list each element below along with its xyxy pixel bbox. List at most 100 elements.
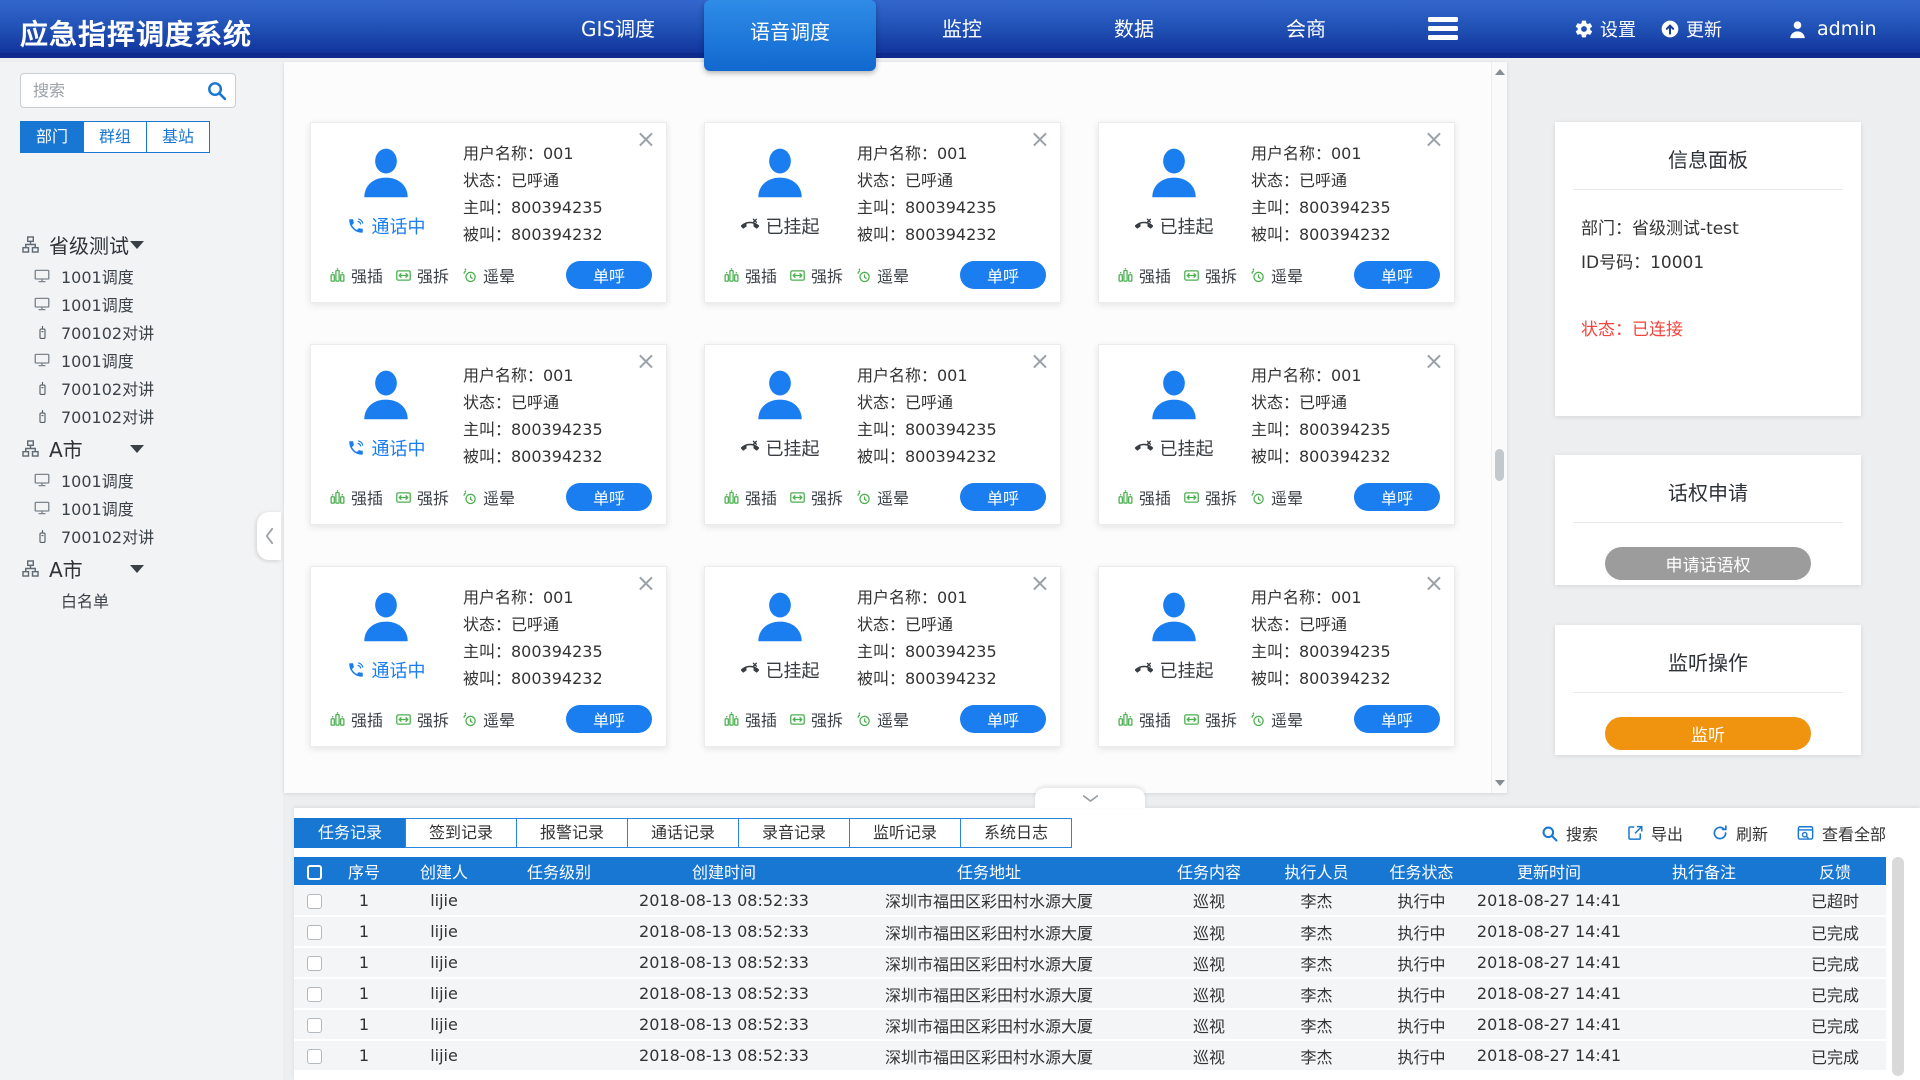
force-insert-button[interactable]: 强插	[723, 485, 777, 509]
tree-item[interactable]: 1001调度	[0, 262, 283, 290]
nav-item[interactable]: 语音调度	[704, 0, 876, 71]
remote-stun-button[interactable]: 遥晕	[855, 707, 909, 731]
force-break-button[interactable]: 强拆	[395, 707, 449, 731]
record-tab[interactable]: 监听记录	[849, 818, 961, 848]
record-tab[interactable]: 任务记录	[294, 818, 406, 848]
sidebar-tab[interactable]: 基站	[146, 121, 210, 153]
scroll-thumb[interactable]	[1495, 449, 1504, 481]
force-insert-button[interactable]: 强插	[723, 263, 777, 287]
close-icon[interactable]: ×	[1030, 347, 1050, 376]
sidebar-tab[interactable]: 部门	[20, 121, 84, 153]
single-call-button[interactable]: 单呼	[566, 483, 652, 511]
tree-item[interactable]: 700102对讲	[0, 318, 283, 346]
close-icon[interactable]: ×	[1424, 347, 1444, 376]
feedback-cell[interactable]: 已完成	[1784, 978, 1886, 1009]
remote-stun-button[interactable]: 遥晕	[1249, 263, 1303, 287]
update-button[interactable]: 更新	[1660, 16, 1722, 42]
force-break-button[interactable]: 强拆	[1183, 707, 1237, 731]
tree-item[interactable]: 1001调度	[0, 346, 283, 374]
feedback-cell[interactable]: 已完成	[1784, 947, 1886, 978]
force-break-button[interactable]: 强拆	[1183, 263, 1237, 287]
search-button[interactable]: 搜索	[1540, 821, 1598, 845]
remote-stun-button[interactable]: 遥晕	[461, 263, 515, 287]
caret-down-icon[interactable]	[130, 445, 144, 453]
tree-item[interactable]: 700102对讲	[0, 522, 283, 550]
remote-stun-button[interactable]: 遥晕	[855, 485, 909, 509]
close-icon[interactable]: ×	[1424, 569, 1444, 598]
table-scrollbar[interactable]	[1892, 857, 1904, 1076]
nav-item[interactable]: 监控	[876, 0, 1048, 58]
nav-item[interactable]: 数据	[1048, 0, 1220, 58]
close-icon[interactable]: ×	[636, 125, 656, 154]
force-break-button[interactable]: 强拆	[789, 485, 843, 509]
scroll-up-button[interactable]	[1492, 64, 1507, 80]
tree-item[interactable]: 1001调度	[0, 494, 283, 522]
monitor-button[interactable]: 监听	[1605, 717, 1811, 750]
feedback-cell[interactable]: 已完成	[1784, 1040, 1886, 1071]
force-break-button[interactable]: 强拆	[395, 485, 449, 509]
force-insert-button[interactable]: 强插	[329, 263, 383, 287]
force-break-button[interactable]: 强拆	[1183, 485, 1237, 509]
tree-item[interactable]: 700102对讲	[0, 402, 283, 430]
close-icon[interactable]: ×	[1424, 125, 1444, 154]
record-tab[interactable]: 系统日志	[960, 818, 1072, 848]
force-break-button[interactable]: 强拆	[395, 263, 449, 287]
row-checkbox[interactable]	[307, 1018, 322, 1033]
close-icon[interactable]: ×	[636, 569, 656, 598]
refresh-button[interactable]: 刷新	[1711, 821, 1768, 845]
view-all-button[interactable]: 查看全部	[1796, 821, 1886, 845]
remote-stun-button[interactable]: 遥晕	[1249, 707, 1303, 731]
row-checkbox[interactable]	[307, 925, 322, 940]
single-call-button[interactable]: 单呼	[960, 483, 1046, 511]
bottom-collapse-handle[interactable]	[1035, 788, 1145, 808]
record-tab[interactable]: 报警记录	[516, 818, 628, 848]
sidebar-tab[interactable]: 群组	[83, 121, 147, 153]
single-call-button[interactable]: 单呼	[1354, 261, 1440, 289]
tree-item[interactable]: 1001调度	[0, 466, 283, 494]
feedback-cell[interactable]: 已超时	[1784, 885, 1886, 916]
select-all-checkbox[interactable]	[294, 857, 334, 885]
tree-item[interactable]: 1001调度	[0, 290, 283, 318]
force-insert-button[interactable]: 强插	[723, 707, 777, 731]
caret-down-icon[interactable]	[130, 565, 144, 573]
close-icon[interactable]: ×	[636, 347, 656, 376]
row-checkbox[interactable]	[307, 894, 322, 909]
remote-stun-button[interactable]: 遥晕	[461, 707, 515, 731]
row-checkbox[interactable]	[307, 987, 322, 1002]
nav-item[interactable]: GIS调度	[532, 0, 704, 58]
scroll-down-button[interactable]	[1492, 775, 1507, 791]
record-tab[interactable]: 通话记录	[627, 818, 739, 848]
sidebar-collapse-handle[interactable]	[257, 512, 281, 560]
tree-group[interactable]: A市	[0, 430, 283, 466]
single-call-button[interactable]: 单呼	[566, 261, 652, 289]
close-icon[interactable]: ×	[1030, 569, 1050, 598]
force-insert-button[interactable]: 强插	[329, 707, 383, 731]
remote-stun-button[interactable]: 遥晕	[855, 263, 909, 287]
main-scrollbar[interactable]	[1491, 62, 1507, 793]
force-insert-button[interactable]: 强插	[1117, 485, 1171, 509]
force-insert-button[interactable]: 强插	[1117, 263, 1171, 287]
force-break-button[interactable]: 强拆	[789, 263, 843, 287]
hamburger-icon[interactable]	[1428, 17, 1458, 40]
force-insert-button[interactable]: 强插	[1117, 707, 1171, 731]
search-icon[interactable]	[205, 79, 228, 102]
remote-stun-button[interactable]: 遥晕	[1249, 485, 1303, 509]
single-call-button[interactable]: 单呼	[960, 261, 1046, 289]
force-break-button[interactable]: 强拆	[789, 707, 843, 731]
search-input[interactable]	[20, 73, 236, 108]
user-menu[interactable]: admin	[1786, 0, 1877, 58]
tree-item[interactable]: 白名单	[0, 586, 283, 614]
single-call-button[interactable]: 单呼	[1354, 483, 1440, 511]
close-icon[interactable]: ×	[1030, 125, 1050, 154]
apply-talk-button[interactable]: 申请话语权	[1605, 547, 1811, 580]
caret-down-icon[interactable]	[130, 241, 144, 249]
nav-item[interactable]: 会商	[1220, 0, 1392, 58]
feedback-cell[interactable]: 已完成	[1784, 916, 1886, 947]
export-button[interactable]: 导出	[1626, 821, 1683, 845]
tree-group[interactable]: 省级测试	[0, 226, 283, 262]
row-checkbox[interactable]	[307, 956, 322, 971]
record-tab[interactable]: 录音记录	[738, 818, 850, 848]
remote-stun-button[interactable]: 遥晕	[461, 485, 515, 509]
tree-item[interactable]: 700102对讲	[0, 374, 283, 402]
single-call-button[interactable]: 单呼	[1354, 705, 1440, 733]
